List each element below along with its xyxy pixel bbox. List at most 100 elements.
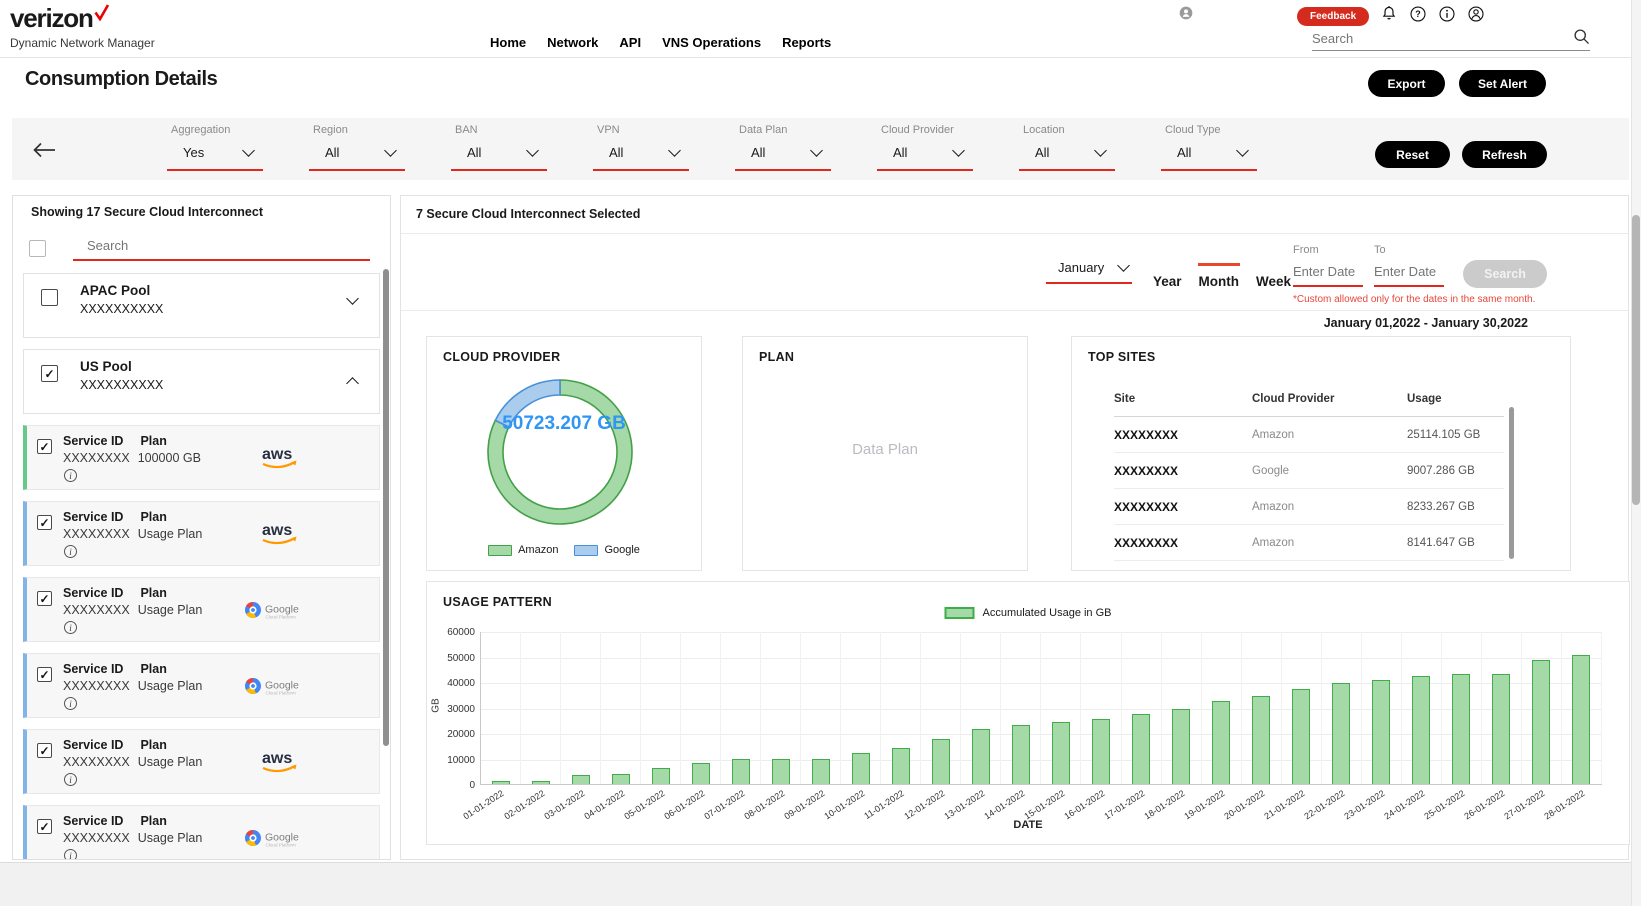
info-icon[interactable] (64, 469, 77, 482)
filter-label: Aggregation (171, 124, 263, 136)
page-scrollbar-thumb[interactable] (1632, 215, 1640, 505)
date-search-button[interactable]: Search (1463, 260, 1547, 288)
service-item[interactable]: Service ID Plan XXXXXXXX 100000 GB aws (23, 425, 380, 490)
x-tick-label: 22-01-2022 (1303, 788, 1347, 821)
export-button[interactable]: Export (1368, 70, 1445, 97)
avatar[interactable] (1178, 5, 1194, 26)
nav-item[interactable]: Network (547, 35, 598, 50)
usage-bar[interactable] (1252, 696, 1270, 784)
plan-value: Usage Plan (138, 603, 203, 617)
list-search-input[interactable] (73, 234, 370, 259)
usage-bar[interactable] (1372, 680, 1390, 784)
service-item[interactable]: Service ID Plan XXXXXXXX Usage Plan aws (23, 501, 380, 566)
period-tab-month[interactable]: Month (1199, 274, 1239, 289)
service-item[interactable]: Service ID Plan XXXXXXXX Usage Plan Goog… (23, 577, 380, 642)
usage-bar[interactable] (692, 763, 710, 784)
service-id-value: XXXXXXXX (63, 603, 130, 617)
info-icon[interactable] (64, 697, 77, 710)
search-icon[interactable] (1573, 28, 1590, 50)
usage-bar[interactable] (1212, 701, 1230, 784)
usage-bar[interactable] (652, 768, 670, 784)
reset-button[interactable]: Reset (1375, 141, 1450, 168)
service-item[interactable]: Service ID Plan XXXXXXXX Usage Plan aws (23, 729, 380, 794)
period-tab-year[interactable]: Year (1153, 274, 1182, 289)
service-checkbox[interactable] (37, 819, 52, 834)
info-icon[interactable] (64, 545, 77, 558)
usage-bar[interactable] (852, 753, 870, 784)
usage-bar[interactable] (1332, 683, 1350, 784)
feedback-button[interactable]: Feedback (1297, 7, 1369, 26)
usage-bar[interactable] (1412, 676, 1430, 784)
info-icon[interactable] (64, 621, 77, 634)
usage-bar[interactable] (1452, 674, 1470, 784)
usage-bar[interactable] (1532, 660, 1550, 784)
info-icon[interactable] (1438, 5, 1456, 28)
nav-item[interactable]: API (619, 35, 641, 50)
period-tab-week[interactable]: Week (1256, 274, 1291, 289)
pool-checkbox[interactable] (41, 289, 58, 306)
user-icon[interactable] (1467, 5, 1485, 28)
filter-dropdown[interactable]: Region All (309, 124, 405, 171)
usage-bar[interactable] (772, 759, 790, 784)
month-dropdown[interactable]: January (1046, 260, 1132, 284)
service-checkbox[interactable] (37, 439, 52, 454)
set-alert-button[interactable]: Set Alert (1459, 70, 1546, 97)
chevron-icon[interactable] (346, 377, 359, 390)
usage-bar[interactable] (972, 729, 990, 784)
back-arrow-icon[interactable] (32, 142, 56, 163)
usage-bar[interactable] (572, 775, 590, 784)
plan-placeholder: Data Plan (743, 441, 1027, 458)
usage-bar[interactable] (1292, 689, 1310, 784)
usage-bar[interactable] (1052, 722, 1070, 784)
select-all-checkbox[interactable] (29, 240, 46, 257)
chevron-icon[interactable] (346, 292, 359, 305)
service-item[interactable]: Service ID Plan XXXXXXXX Usage Plan Goog… (23, 653, 380, 718)
search-input[interactable] (1312, 27, 1573, 50)
filter-label: VPN (597, 124, 689, 136)
info-icon[interactable] (64, 849, 77, 860)
filter-dropdown[interactable]: Aggregation Yes (167, 124, 263, 171)
service-item[interactable]: Service ID Plan XXXXXXXX Usage Plan Goog… (23, 805, 380, 860)
filter-dropdown[interactable]: Cloud Provider All (877, 124, 973, 171)
usage-bar[interactable] (492, 781, 510, 784)
usage-bar[interactable] (1012, 725, 1030, 784)
usage-bar[interactable] (1092, 719, 1110, 784)
filter-dropdown[interactable]: VPN All (593, 124, 689, 171)
usage-bar[interactable] (532, 781, 550, 784)
filter-value: All (609, 145, 623, 160)
top-sites-scrollbar[interactable] (1509, 407, 1514, 559)
pool-item[interactable]: US Pool XXXXXXXXXX (23, 349, 380, 414)
info-icon[interactable] (64, 773, 77, 786)
service-checkbox[interactable] (37, 667, 52, 682)
bell-icon[interactable] (1380, 4, 1398, 28)
nav-item[interactable]: Reports (782, 35, 831, 50)
usage-bar[interactable] (612, 774, 630, 784)
usage-bar[interactable] (1492, 674, 1510, 784)
nav-item[interactable]: VNS Operations (662, 35, 761, 50)
service-checkbox[interactable] (37, 591, 52, 606)
usage-bar[interactable] (932, 739, 950, 784)
usage-bar[interactable] (1132, 714, 1150, 784)
bar-slot: 23-01-2022 (1362, 632, 1402, 784)
filter-dropdown[interactable]: Location All (1019, 124, 1115, 171)
filter-dropdown[interactable]: Data Plan All (735, 124, 831, 171)
usage-bar[interactable] (732, 759, 750, 784)
pool-checkbox[interactable] (41, 365, 58, 382)
x-tick-label: 01-01-2022 (462, 788, 506, 821)
help-icon[interactable]: ? (1409, 5, 1427, 28)
usage-bar[interactable] (812, 759, 830, 784)
service-checkbox[interactable] (37, 515, 52, 530)
left-panel-scrollbar[interactable] (383, 269, 389, 746)
nav-item[interactable]: Home (490, 35, 526, 50)
pool-item[interactable]: APAC Pool XXXXXXXXXX (23, 273, 380, 338)
refresh-button[interactable]: Refresh (1462, 141, 1547, 168)
from-date-input[interactable] (1293, 256, 1363, 287)
provider-cell: Google (1252, 465, 1407, 477)
to-date-input[interactable] (1374, 256, 1444, 287)
service-checkbox[interactable] (37, 743, 52, 758)
usage-bar[interactable] (892, 748, 910, 784)
usage-bar[interactable] (1572, 655, 1590, 784)
filter-dropdown[interactable]: BAN All (451, 124, 547, 171)
filter-dropdown[interactable]: Cloud Type All (1161, 124, 1257, 171)
usage-bar[interactable] (1172, 709, 1190, 784)
